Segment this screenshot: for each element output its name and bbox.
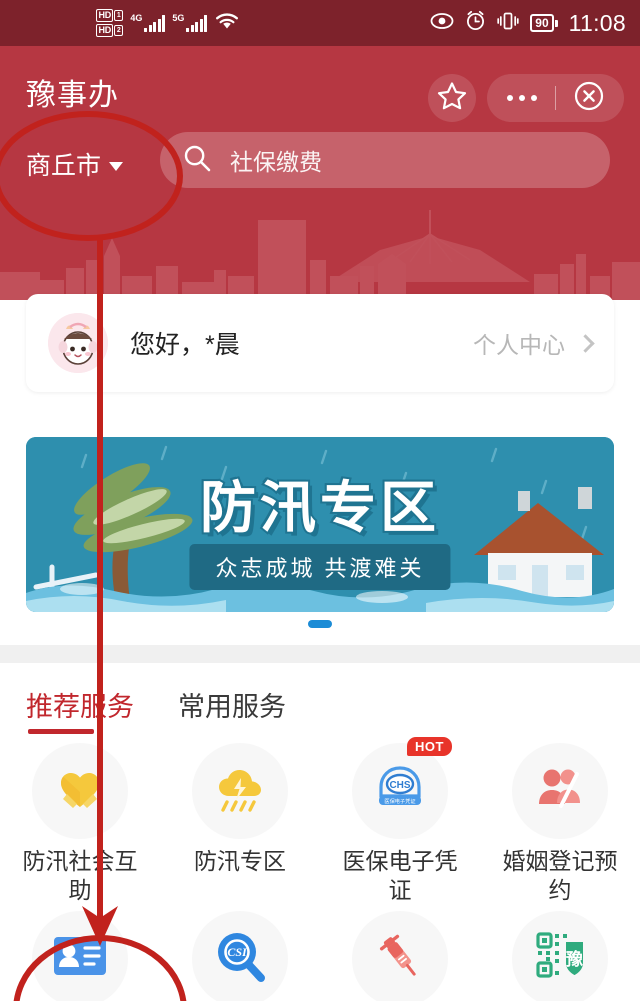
csi-search-icon: CSI <box>213 929 267 988</box>
header-actions <box>427 74 624 122</box>
service-label: 防汛社会互助 <box>22 848 138 903</box>
hot-badge: HOT <box>407 737 452 756</box>
avatar[interactable] <box>48 313 108 373</box>
svg-text:医保电子凭证: 医保电子凭证 <box>384 797 415 805</box>
divider <box>554 86 556 110</box>
personal-center-label: 个人中心 <box>473 332 565 358</box>
service-grid: 防汛社会互助 防汛专区 CHS 医保电子凭证 HOT 医保电子凭证 婚姻登记预约… <box>0 737 640 1001</box>
qr-code-yu-icon: 豫 <box>533 929 587 988</box>
icon-wrapper <box>32 910 128 1001</box>
service-item-vaccination[interactable] <box>320 910 480 1001</box>
wifi-icon <box>214 11 240 36</box>
hd2-label: HD <box>96 24 114 37</box>
personal-center-link[interactable]: 个人中心 <box>473 326 595 360</box>
signal-bars-2-icon <box>186 15 208 32</box>
location-and-search-row: 商丘市 社保缴费 <box>0 132 640 196</box>
favorite-button[interactable] <box>427 74 476 122</box>
promo-banner[interactable]: 防汛专区 众志成城 共渡难关 <box>26 437 614 612</box>
svg-text:CSI: CSI <box>227 945 248 959</box>
icon-wrapper <box>352 910 448 1001</box>
service-tabs: 推荐服务 常用服务 <box>26 685 286 734</box>
chs-medical-card-icon: CHS 医保电子凭证 <box>371 762 429 821</box>
battery-icon: 90 <box>530 14 558 32</box>
tab-recommended[interactable]: 推荐服务 <box>26 685 134 734</box>
search-input[interactable]: 社保缴费 <box>160 132 610 188</box>
banner-subtitle: 众志成城 共渡难关 <box>215 556 425 581</box>
battery-tip <box>554 19 558 27</box>
search-placeholder: 社保缴费 <box>230 149 322 175</box>
service-label: 医保电子凭证 <box>342 848 458 903</box>
service-item-id-card[interactable] <box>0 910 160 1001</box>
icon-wrapper <box>32 743 128 839</box>
banner-subtitle-plate: 众志成城 共渡难关 <box>189 544 451 590</box>
service-item-marriage-registration[interactable]: 婚姻登记预约 <box>480 743 640 905</box>
two-people-icon <box>533 762 587 821</box>
more-dots-icon[interactable] <box>506 95 537 101</box>
search-icon <box>182 143 212 178</box>
city-skyline-decoration <box>0 210 640 300</box>
volte-hd-indicators: HD 1 HD 2 <box>96 9 124 37</box>
signal-sim2: 5G <box>172 13 208 32</box>
hd1-icon: HD 1 <box>96 9 124 22</box>
greeting-text: 您好，*晨 <box>130 331 240 359</box>
storm-cloud-icon <box>213 762 267 821</box>
phone-screen: HD 1 HD 2 4G 5G 90 11:08 豫事办 商丘市 社保缴费 您好… <box>0 0 640 1001</box>
icon-wrapper: 豫 <box>512 910 608 1001</box>
icon-wrapper: CSI <box>192 910 288 1001</box>
network-type-1: 4G <box>130 13 143 23</box>
icon-wrapper <box>512 743 608 839</box>
status-bar-right: 90 11:08 <box>430 0 626 46</box>
icon-wrapper <box>192 743 288 839</box>
id-card-icon <box>51 933 109 984</box>
user-greeting-card[interactable]: 您好，*晨 个人中心 <box>26 294 614 392</box>
banner-title: 防汛专区 <box>198 474 440 541</box>
service-label: 婚姻登记预约 <box>502 848 618 903</box>
vibrate-icon <box>497 11 519 36</box>
clock-time: 11:08 <box>568 9 626 36</box>
more-and-close-group <box>486 74 624 122</box>
alarm-clock-icon <box>465 10 486 36</box>
chevron-right-icon <box>576 333 595 353</box>
icon-wrapper: CHS 医保电子凭证 HOT <box>352 737 452 839</box>
star-icon <box>437 81 467 115</box>
city-selector[interactable]: 商丘市 <box>26 146 124 182</box>
network-type-2: 5G <box>172 13 185 23</box>
syringe-icon <box>373 929 427 988</box>
service-item-social-insurance-query[interactable]: CSI <box>160 910 320 1001</box>
close-circle-icon[interactable] <box>574 81 604 116</box>
page-title: 豫事办 <box>26 79 119 112</box>
app-header: 豫事办 商丘市 社保缴费 <box>0 46 640 300</box>
carousel-dot-active[interactable] <box>308 620 332 628</box>
hd1-label: HD <box>96 9 114 22</box>
service-item-health-qr-code[interactable]: 豫 <box>480 910 640 1001</box>
header-title-row: 豫事办 <box>0 60 640 124</box>
eye-comfort-icon <box>430 12 454 35</box>
signal-sim1: 4G <box>130 13 166 32</box>
services-section: 推荐服务 常用服务 防汛社会互助 防汛专区 CHS 医保电子凭证 HOT 医保电… <box>0 663 640 1001</box>
chevron-down-icon <box>109 161 124 171</box>
service-item-flood-zone[interactable]: 防汛专区 <box>160 743 320 905</box>
status-bar-left: HD 1 HD 2 4G 5G <box>96 0 240 46</box>
carousel-indicators[interactable] <box>0 620 640 628</box>
status-bar: HD 1 HD 2 4G 5G 90 11:08 <box>0 0 640 46</box>
service-label: 防汛专区 <box>194 848 286 874</box>
hands-heart-icon <box>53 762 107 821</box>
hd1-sub: 1 <box>114 10 124 21</box>
service-item-flood-mutual-aid[interactable]: 防汛社会互助 <box>0 743 160 905</box>
svg-text:豫: 豫 <box>566 949 583 969</box>
signal-bars-1-icon <box>144 15 166 32</box>
tab-common[interactable]: 常用服务 <box>178 685 286 734</box>
city-name: 商丘市 <box>26 152 102 180</box>
hd2-sub: 2 <box>114 25 124 36</box>
service-item-medical-e-certificate[interactable]: CHS 医保电子凭证 HOT 医保电子凭证 <box>320 737 480 905</box>
svg-text:CHS: CHS <box>389 780 410 791</box>
section-divider <box>0 645 640 663</box>
battery-level: 90 <box>530 14 554 32</box>
hd2-icon: HD 2 <box>96 24 124 37</box>
